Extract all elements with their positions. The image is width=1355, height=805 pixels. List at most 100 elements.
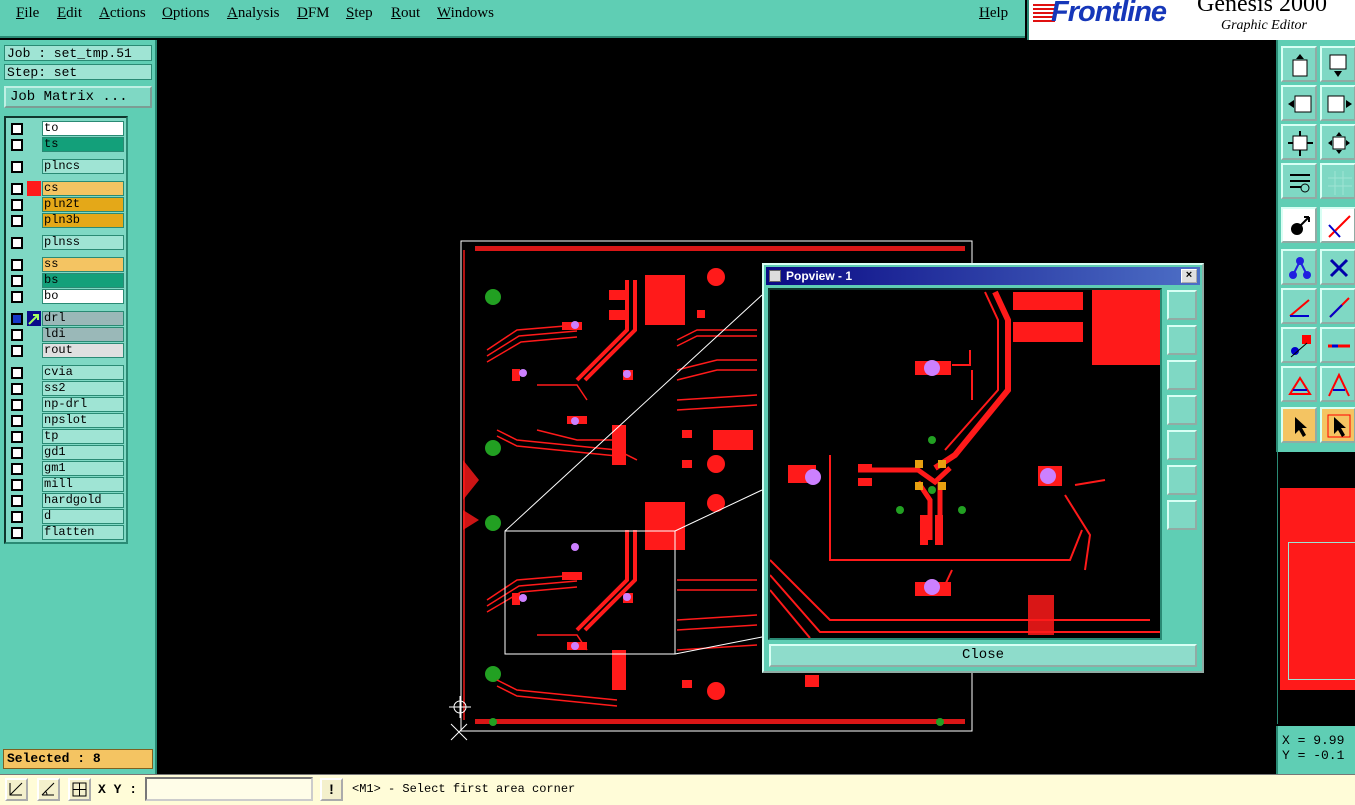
snap-icon[interactable] [5, 778, 28, 801]
layer-row-pln2t[interactable]: pln2t [8, 197, 126, 212]
draw-line-icon[interactable] [1281, 288, 1317, 324]
layer-row-d[interactable]: d [8, 509, 126, 524]
layer-row-ss2[interactable]: ss2 [8, 381, 126, 396]
popview-zoom-center-icon[interactable] [1167, 500, 1197, 530]
layer-name[interactable]: hardgold [42, 493, 124, 508]
layer-checkbox[interactable] [11, 527, 23, 539]
layer-checkbox[interactable] [11, 161, 23, 173]
layer-name[interactable]: tp [42, 429, 124, 444]
layer-name[interactable]: bs [42, 273, 124, 288]
menu-windows[interactable]: Windows [437, 5, 494, 22]
layer-checkbox[interactable] [11, 399, 23, 411]
layer-name[interactable]: mill [42, 477, 124, 492]
popview-pan-up-icon[interactable] [1167, 325, 1197, 355]
zoom-center-icon[interactable] [1320, 124, 1355, 160]
layer-row-plncs[interactable]: plncs [8, 159, 126, 174]
grid-snap-icon[interactable] [68, 778, 91, 801]
line-add-icon[interactable] [1320, 327, 1355, 363]
layer-checkbox[interactable] [11, 237, 23, 249]
angle-snap-icon[interactable] [37, 778, 60, 801]
layer-row-ldi[interactable]: ldi [8, 327, 126, 342]
layer-name[interactable]: pln3b [42, 213, 124, 228]
popview-pan-left-icon[interactable] [1167, 395, 1197, 425]
layer-checkbox[interactable] [11, 259, 23, 271]
layer-checkbox[interactable] [11, 415, 23, 427]
layer-checkbox[interactable] [11, 447, 23, 459]
layer-checkbox[interactable] [11, 139, 23, 151]
layer-row-hardgold[interactable]: hardgold [8, 493, 126, 508]
layer-checkbox[interactable] [11, 313, 23, 325]
draw-arc-icon[interactable] [1320, 288, 1355, 324]
layer-row-flatten[interactable]: flatten [8, 525, 126, 540]
window-menu-icon[interactable] [769, 270, 781, 282]
popview-zoom-icon[interactable] [1167, 290, 1197, 320]
layer-name[interactable]: ldi [42, 327, 124, 342]
measure-icon[interactable] [1281, 163, 1317, 199]
menu-file[interactable]: File [16, 5, 39, 22]
layer-row-to[interactable]: to [8, 121, 126, 136]
menu-actions[interactable]: Actions [99, 5, 146, 22]
layer-checkbox[interactable] [11, 345, 23, 357]
layer-row-gd1[interactable]: gd1 [8, 445, 126, 460]
layer-row-mill[interactable]: mill [8, 477, 126, 492]
layer-checkbox[interactable] [11, 495, 23, 507]
pad-add-icon[interactable] [1281, 327, 1317, 363]
layer-checkbox[interactable] [11, 183, 23, 195]
layer-row-rout[interactable]: rout [8, 343, 126, 358]
select-one-icon[interactable] [1281, 207, 1317, 243]
layer-row-cvia[interactable]: cvia [8, 365, 126, 380]
layer-row-tp[interactable]: tp [8, 429, 126, 444]
menu-edit[interactable]: Edit [57, 5, 82, 22]
layer-checkbox[interactable] [11, 215, 23, 227]
layer-name[interactable]: pln2t [42, 197, 124, 212]
layer-checkbox[interactable] [11, 479, 23, 491]
layer-row-drl[interactable]: drl [8, 311, 126, 326]
menu-options[interactable]: Options [162, 5, 210, 22]
layer-name[interactable]: cs [42, 181, 124, 196]
zoom-fit-icon[interactable] [1281, 124, 1317, 160]
layer-name[interactable]: rout [42, 343, 124, 358]
select-line-icon[interactable] [1320, 207, 1355, 243]
layer-name[interactable]: npslot [42, 413, 124, 428]
layer-checkbox[interactable] [11, 123, 23, 135]
layer-name[interactable]: d [42, 509, 124, 524]
pan-down-icon[interactable] [1320, 46, 1355, 82]
layer-row-ts[interactable]: ts [8, 137, 126, 152]
layer-checkbox[interactable] [11, 431, 23, 443]
popview-close-button[interactable]: Close [769, 644, 1197, 667]
layer-row-cs[interactable]: cs [8, 181, 126, 196]
popview-zoom-fit-icon[interactable] [1167, 465, 1197, 495]
layer-checkbox[interactable] [11, 291, 23, 303]
menu-dfm[interactable]: DFM [297, 5, 330, 22]
popview-canvas[interactable] [768, 288, 1162, 640]
layer-name[interactable]: gm1 [42, 461, 124, 476]
layer-checkbox[interactable] [11, 367, 23, 379]
popview-titlebar[interactable]: Popview - 1 × [766, 267, 1200, 285]
layer-name[interactable]: plncs [42, 159, 124, 174]
pan-right-icon[interactable] [1320, 85, 1355, 121]
connect-icon[interactable] [1281, 249, 1317, 285]
layer-name[interactable]: gd1 [42, 445, 124, 460]
layer-name[interactable]: cvia [42, 365, 124, 380]
layer-name[interactable]: plnss [42, 235, 124, 250]
layer-checkbox[interactable] [11, 463, 23, 475]
pointer-icon[interactable] [1281, 407, 1317, 443]
layer-row-plnss[interactable]: plnss [8, 235, 126, 250]
layer-row-bo[interactable]: bo [8, 289, 126, 304]
overview-thumbnail[interactable] [1277, 452, 1355, 724]
pan-up-icon[interactable] [1281, 46, 1317, 82]
layer-name[interactable]: ss2 [42, 381, 124, 396]
layer-name[interactable]: bo [42, 289, 124, 304]
menu-rout[interactable]: Rout [391, 5, 420, 22]
triangle-select-icon[interactable] [1320, 366, 1355, 402]
layer-row-npslot[interactable]: npslot [8, 413, 126, 428]
pointer-select-icon[interactable] [1320, 407, 1355, 443]
menu-step[interactable]: Step [346, 5, 373, 22]
layer-row-ss[interactable]: ss [8, 257, 126, 272]
layer-name[interactable]: ss [42, 257, 124, 272]
layer-name[interactable]: drl [42, 311, 124, 326]
exclamation-button[interactable]: ! [320, 778, 343, 801]
delete-icon[interactable] [1320, 249, 1355, 285]
layer-row-gm1[interactable]: gm1 [8, 461, 126, 476]
popview-close-icon[interactable]: × [1181, 269, 1197, 283]
